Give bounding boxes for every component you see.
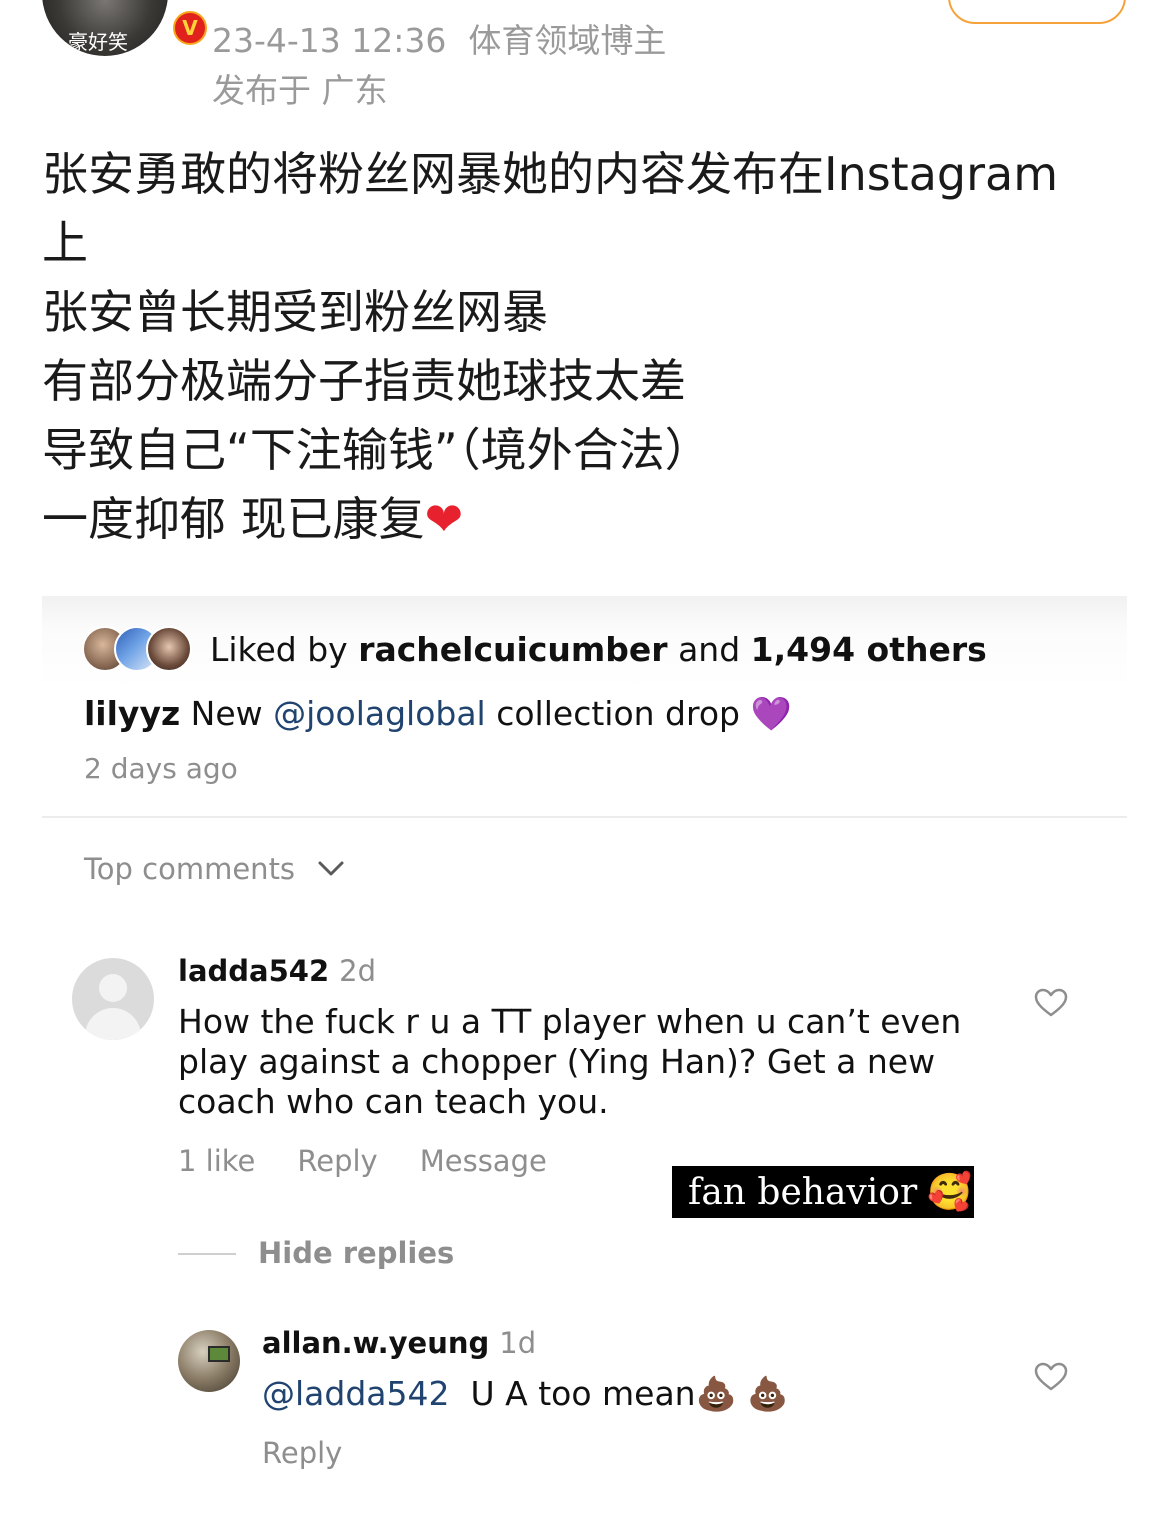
comment-time: 2d [339, 954, 376, 988]
likes-prefix: Liked by [210, 630, 359, 669]
post-line: 有部分极端分子指责她球技太差 [42, 354, 686, 408]
reply-body: U A too mean [470, 1374, 696, 1413]
likes-summary: Liked by rachelcuicumber and 1,494 other… [210, 630, 987, 669]
liker-avatar [146, 626, 192, 672]
liker-avatars [82, 626, 194, 672]
reply-header: allan.w.yeung 1d [262, 1326, 536, 1360]
likes-conjunction: and [667, 630, 751, 669]
sticker-text: fan behavior [688, 1171, 918, 1213]
comment-like-count: 1 like [178, 1144, 256, 1178]
top-comments-label: Top comments [84, 852, 296, 886]
top-comments-sort: Top comments [84, 852, 345, 886]
purple-heart-icon: 💜 [750, 694, 792, 733]
smiling-hearts-icon: 🥰 [927, 1172, 972, 1213]
comment-text: How the fuck r u a TT player when u can’… [178, 1002, 962, 1121]
reply-time: 1d [499, 1326, 537, 1360]
reply-username: allan.w.yeung [262, 1326, 490, 1360]
post-body: 张安勇敢的将粉丝网暴她的内容发布在Instagram 上 张安曾长期受到粉丝网暴… [42, 140, 1132, 554]
divider [42, 816, 1127, 818]
red-heart-icon: ❤ [424, 492, 464, 546]
post-timestamp: 23-4-13 12:36 [212, 21, 447, 60]
chevron-down-icon [318, 861, 344, 876]
post-line: 张安曾长期受到粉丝网暴 [42, 285, 548, 339]
ig-caption: lilyyz New @joolaglobal collection drop … [84, 694, 792, 734]
post-line: 张安勇敢的将粉丝网暴她的内容发布在Instagram [42, 147, 1059, 201]
post-line: 上 [42, 216, 88, 270]
post-line-last: 一度抑郁 现已康复❤ [42, 485, 1132, 554]
author-avatar[interactable]: 豪好笑 V [42, 0, 210, 56]
post-meta: 23-4-13 12:36 体育领域博主 [212, 14, 666, 62]
reply-avatar [178, 1330, 240, 1392]
caption-text: collection drop [485, 694, 751, 733]
verified-badge-icon: V [170, 8, 210, 48]
posted-ago: 2 days ago [84, 752, 238, 785]
reply-mention: @ladda542 [262, 1374, 450, 1413]
weibo-post-page: 豪好笑 V 23-4-13 12:36 体育领域博主 发布于 广东 张安勇敢的将粉… [0, 0, 1169, 1518]
author-tag: 体育领域博主 [468, 21, 667, 60]
author-avatar-label: 豪好笑 [68, 30, 128, 54]
post-location: 发布于 广东 [212, 71, 388, 110]
caption-username: lilyyz [84, 694, 181, 733]
poop-icon: 💩 💩 [695, 1374, 789, 1413]
liker-username: rachelcuicumber [358, 630, 668, 669]
heart-outline-icon [1034, 1362, 1068, 1391]
comment-username: ladda542 [178, 954, 330, 988]
commenter-avatar [72, 958, 154, 1040]
heart-outline-icon [1034, 988, 1068, 1017]
message-link: Message [419, 1144, 547, 1178]
post-line: 一度抑郁 现已康复 [42, 492, 425, 546]
reply-reply-link: Reply [262, 1436, 343, 1470]
follow-button[interactable] [948, 0, 1126, 24]
post-line: 导致自己“下注输钱”（境外合法） [42, 423, 711, 477]
comment-actions: 1 like Reply Message [178, 1144, 547, 1178]
author-avatar-image: 豪好笑 [42, 0, 168, 56]
reply-link: Reply [297, 1144, 378, 1178]
reply-text: @ladda542 U A too mean💩 💩 [262, 1374, 788, 1414]
fan-behavior-sticker: fan behavior 🥰 [672, 1166, 974, 1218]
hide-replies-label: Hide replies [258, 1236, 455, 1270]
caption-mention: @joolaglobal [273, 694, 486, 733]
comment-header: ladda542 2d [178, 954, 376, 988]
likes-count: 1,494 others [750, 630, 987, 669]
hide-replies-line [178, 1253, 236, 1255]
caption-text: New [180, 694, 274, 733]
